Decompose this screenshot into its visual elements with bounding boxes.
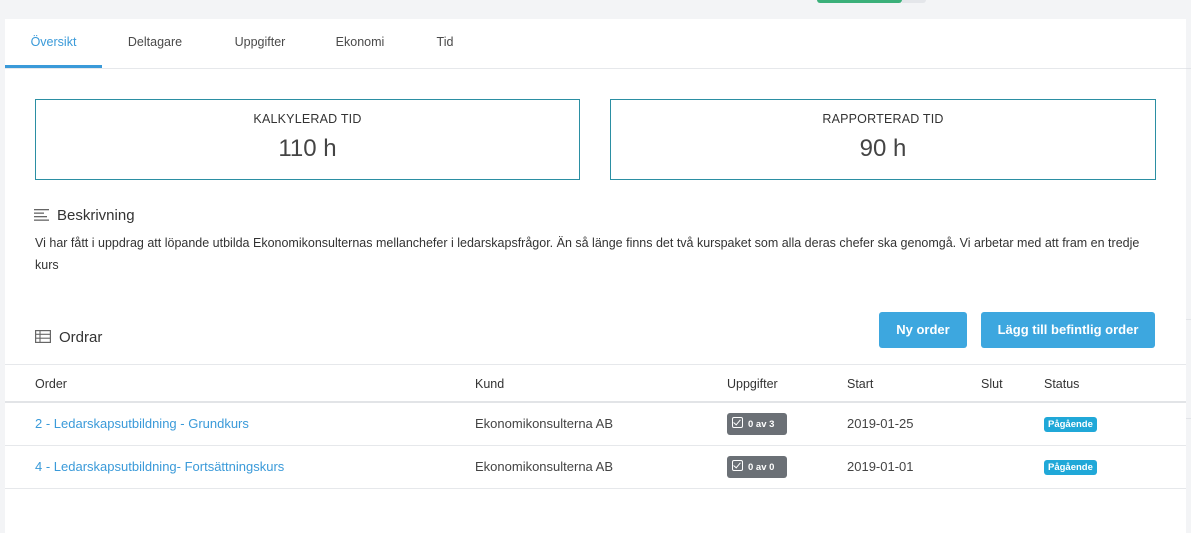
right-gutter-line — [1186, 319, 1191, 320]
calculated-time-card: KALKYLERAD TID 110 h — [35, 99, 580, 180]
table-row[interactable]: 4 - Ledarskapsutbildning- Fortsättningsk… — [5, 446, 1186, 489]
right-gutter — [1186, 19, 1191, 533]
table-icon — [35, 330, 51, 343]
reported-time-card: RAPPORTERAD TID 90 h — [610, 99, 1156, 180]
column-header-order[interactable]: Order — [35, 377, 67, 391]
table-row[interactable]: 2 - Ledarskapsutbildning - Grundkurs Eko… — [5, 403, 1186, 446]
start-date-cell: 2019-01-01 — [847, 459, 914, 474]
checkbox-icon — [732, 417, 743, 428]
start-date-cell: 2019-01-25 — [847, 416, 914, 431]
right-gutter-line — [1186, 418, 1191, 419]
align-left-icon — [34, 209, 49, 221]
task-progress-text: 0 av 0 — [748, 462, 775, 473]
order-link[interactable]: 2 - Ledarskapsutbildning - Grundkurs — [35, 416, 249, 431]
project-overview-panel: Översikt Deltagare Uppgifter Ekonomi Tid… — [5, 19, 1186, 533]
calculated-time-value: 110 h — [278, 135, 337, 162]
description-text: Vi har fått i uppdrag att löpande utbild… — [35, 236, 1140, 272]
top-green-button-edge[interactable] — [817, 0, 902, 3]
description-title: Beskrivning — [57, 207, 135, 224]
right-gutter-line — [1186, 68, 1191, 69]
reported-time-value: 90 h — [859, 135, 907, 162]
order-link[interactable]: 4 - Ledarskapsutbildning- Fortsättningsk… — [35, 459, 284, 474]
column-header-end[interactable]: Slut — [981, 377, 1003, 391]
column-header-tasks[interactable]: Uppgifter — [727, 377, 778, 391]
column-header-status[interactable]: Status — [1044, 377, 1079, 391]
customer-cell: Ekonomikonsulterna AB — [475, 416, 614, 431]
tab-tid[interactable]: Tid — [425, 19, 465, 68]
top-gray-button-edge[interactable] — [902, 0, 926, 3]
status-badge: Pågående — [1044, 417, 1097, 432]
tab-ekonomi[interactable]: Ekonomi — [325, 19, 395, 68]
status-badge: Pågående — [1044, 460, 1097, 475]
column-header-start[interactable]: Start — [847, 377, 873, 391]
orders-table-header: Order Kund Uppgifter Start Slut Status — [5, 364, 1186, 403]
task-progress-badge: 0 av 0 — [727, 456, 787, 478]
calculated-time-label: KALKYLERAD TID — [253, 112, 362, 126]
add-existing-order-button[interactable]: Lägg till befintlig order — [981, 312, 1155, 348]
tab-uppgifter[interactable]: Uppgifter — [223, 19, 297, 68]
customer-cell: Ekonomikonsulterna AB — [475, 459, 614, 474]
checkbox-icon — [732, 460, 743, 471]
tab-bar: Översikt Deltagare Uppgifter Ekonomi Tid — [5, 19, 1186, 69]
new-order-button[interactable]: Ny order — [879, 312, 967, 348]
tab-oversikt[interactable]: Översikt — [5, 19, 102, 68]
task-progress-badge: 0 av 3 — [727, 413, 787, 435]
tab-deltagare[interactable]: Deltagare — [115, 19, 195, 68]
orders-title: Ordrar — [59, 329, 103, 346]
column-header-customer[interactable]: Kund — [475, 377, 504, 391]
reported-time-label: RAPPORTERAD TID — [822, 112, 944, 126]
top-strip — [0, 0, 1191, 19]
task-progress-text: 0 av 3 — [748, 419, 775, 430]
